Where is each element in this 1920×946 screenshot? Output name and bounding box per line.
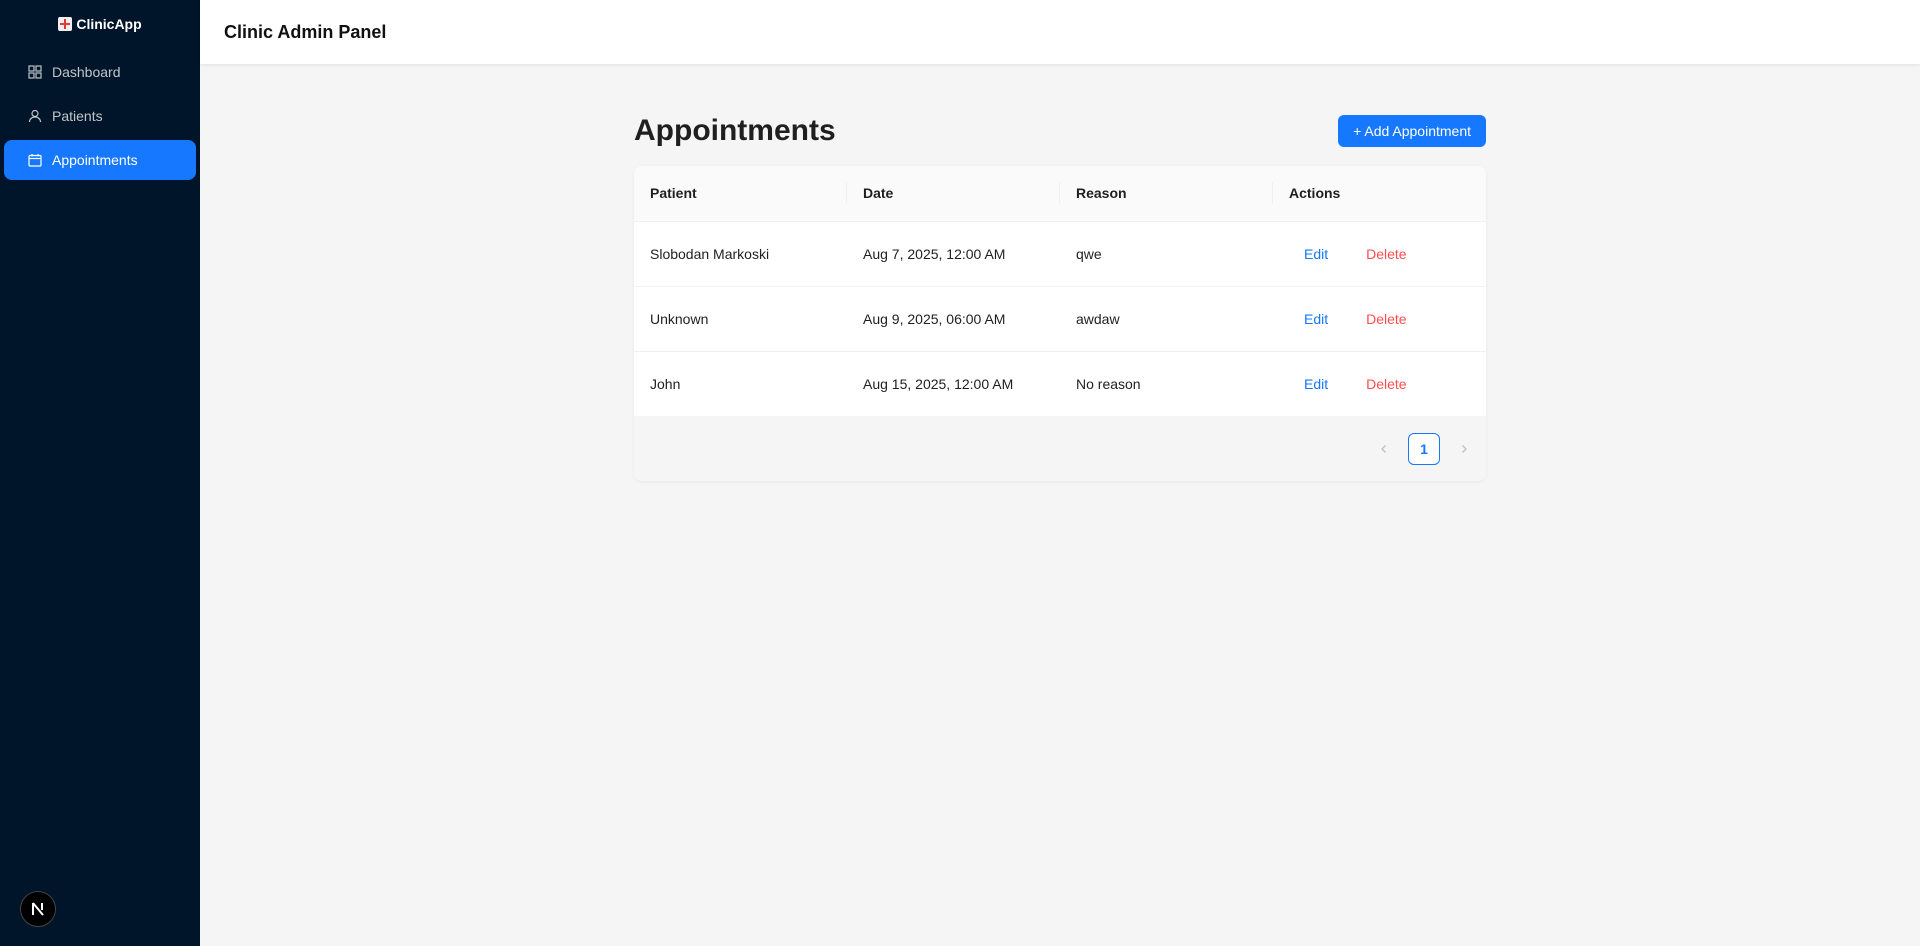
brand-logo[interactable]: ClinicApp: [0, 0, 200, 48]
sidebar-item-appointments[interactable]: Appointments: [4, 140, 196, 180]
calendar-icon: [28, 153, 42, 167]
page-number-button[interactable]: 1: [1408, 432, 1440, 465]
sidebar-item-label: Appointments: [52, 152, 138, 168]
patient-cell: John: [650, 375, 681, 392]
column-header-date: Date: [847, 166, 1060, 222]
sidebar-item-label: Dashboard: [52, 64, 121, 80]
table-row: John Aug 15, 2025, 12:00 AM No reason Ed…: [634, 351, 1486, 416]
date-cell: Aug 15, 2025, 12:00 AM: [863, 375, 1014, 392]
hospital-icon: [58, 17, 73, 31]
add-appointment-button[interactable]: + Add Appointment: [1338, 115, 1486, 147]
column-header-reason: Reason: [1060, 166, 1273, 222]
main-content: Appointments + Add Appointment Patient D…: [634, 108, 1486, 481]
sidebar-item-patients[interactable]: Patients: [4, 96, 196, 136]
patient-cell: Slobodan Markoski: [634, 221, 847, 287]
appointments-table-card: Patient Date Reason Actions Slobodan Mar…: [634, 166, 1486, 481]
top-header: Clinic Admin Panel: [200, 0, 1920, 64]
next-page-button[interactable]: [1448, 433, 1480, 465]
header-title: Clinic Admin Panel: [224, 21, 387, 42]
reason-cell: No reason: [1076, 375, 1141, 392]
table-header-row: Patient Date Reason Actions: [634, 166, 1486, 222]
edit-button[interactable]: Edit: [1289, 242, 1343, 266]
reason-cell: awdaw: [1060, 286, 1273, 352]
brand-name: ClinicApp: [76, 16, 142, 32]
sidebar-item-label: Patients: [52, 108, 103, 124]
edit-button[interactable]: Edit: [1289, 307, 1343, 331]
date-cell: Aug 9, 2025, 06:00 AM: [847, 286, 1060, 352]
column-header-patient: Patient: [634, 166, 847, 222]
page-header: Appointments + Add Appointment: [634, 108, 1486, 154]
actions-cell: Edit Delete: [1273, 221, 1486, 287]
date-cell: Aug 7, 2025, 12:00 AM: [847, 221, 1060, 287]
edit-button[interactable]: Edit: [1289, 372, 1343, 396]
sidebar: ClinicApp Dashboard Patients Appointment…: [0, 0, 200, 946]
sidebar-item-dashboard[interactable]: Dashboard: [4, 52, 196, 92]
reason-cell: qwe: [1060, 221, 1273, 287]
delete-button[interactable]: Delete: [1351, 307, 1421, 331]
column-header-actions: Actions: [1273, 166, 1486, 222]
dashboard-icon: [28, 65, 42, 79]
table-row: Unknown Aug 9, 2025, 06:00 AM awdaw Edit…: [634, 286, 1486, 352]
patient-cell: Unknown: [634, 286, 847, 352]
chevron-left-icon: [1381, 444, 1386, 453]
nextjs-icon: [32, 902, 44, 916]
actions-cell: Edit Delete: [1273, 351, 1486, 416]
appointments-table: Patient Date Reason Actions Slobodan Mar…: [634, 166, 1486, 416]
pagination: 1: [634, 416, 1486, 481]
page-title: Appointments: [634, 114, 836, 147]
delete-button[interactable]: Delete: [1351, 372, 1421, 396]
table-row: Slobodan Markoski Aug 7, 2025, 12:00 AM …: [634, 221, 1486, 287]
delete-button[interactable]: Delete: [1351, 242, 1421, 266]
sidebar-menu: Dashboard Patients Appointments: [0, 52, 200, 180]
nextjs-dev-badge[interactable]: [20, 891, 56, 927]
chevron-right-icon: [1462, 444, 1467, 453]
prev-page-button[interactable]: [1368, 433, 1400, 465]
actions-cell: Edit Delete: [1273, 286, 1486, 352]
user-icon: [28, 109, 42, 123]
